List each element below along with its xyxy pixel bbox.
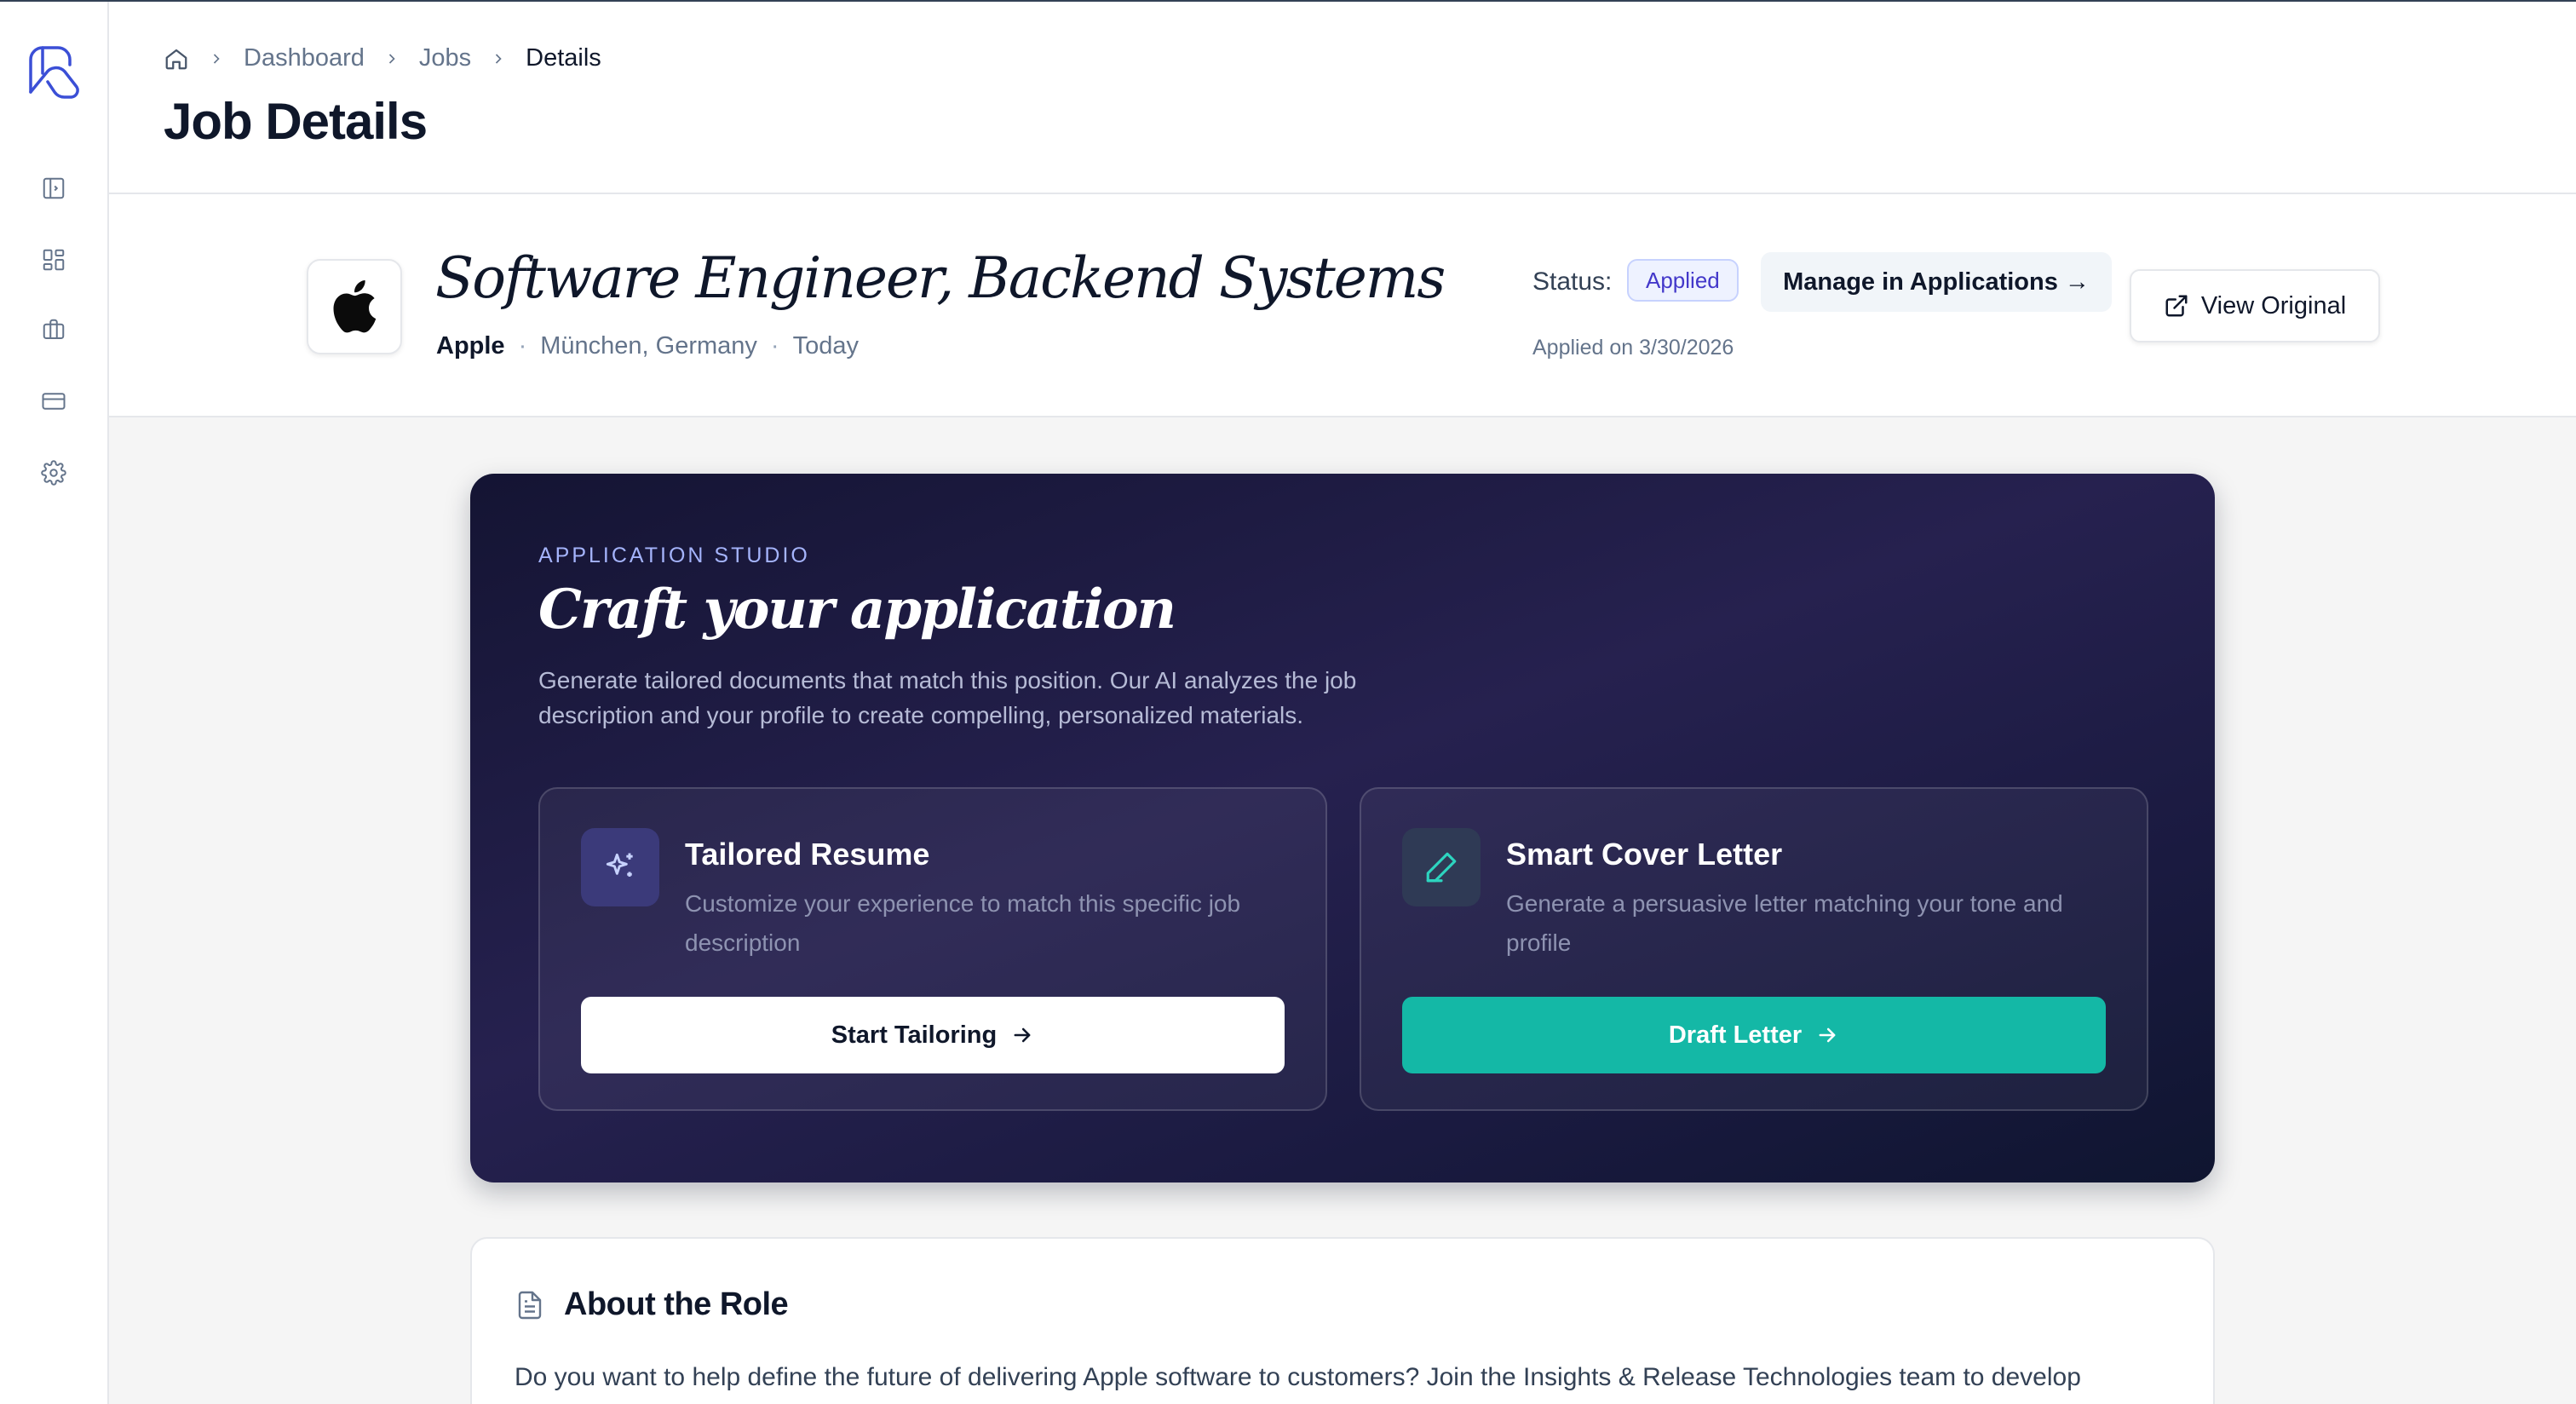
dashboard-grid-icon[interactable] (39, 245, 68, 274)
smart-cover-letter-card: Smart Cover Letter Generate a persuasive… (1360, 787, 2148, 1111)
about-role-card: About the Role Do you want to help defin… (470, 1237, 2215, 1404)
breadcrumb: Dashboard Jobs Details (164, 44, 601, 72)
breadcrumb-current: Details (526, 44, 601, 72)
studio-eyebrow: APPLICATION STUDIO (538, 544, 810, 567)
page-title: Job Details (164, 93, 428, 150)
sidebar (0, 2, 109, 1404)
sparkles-icon (581, 828, 659, 906)
home-icon[interactable] (164, 46, 189, 72)
button-label: Start Tailoring (831, 1021, 998, 1049)
application-studio: APPLICATION STUDIO Craft your applicatio… (470, 474, 2215, 1182)
arrow-right-icon (1010, 1023, 1034, 1047)
card-description: Generate a persuasive letter matching yo… (1506, 890, 2063, 956)
company-logo (307, 259, 402, 354)
separator-dot: · (518, 332, 527, 360)
draft-letter-button[interactable]: Draft Letter (1402, 997, 2106, 1073)
breadcrumb-item-jobs[interactable]: Jobs (419, 44, 471, 72)
app-logo[interactable] (24, 41, 85, 102)
arrow-right-icon (1815, 1023, 1839, 1047)
separator-dot: · (770, 332, 779, 360)
chevron-right-icon (208, 50, 225, 67)
applied-date: Applied on 3/30/2026 (1532, 336, 1734, 360)
status-label: Status: (1532, 268, 1613, 296)
job-location: München, Germany (540, 332, 757, 360)
job-header: Software Engineer, Backend Systems Apple… (109, 194, 2576, 417)
tailored-resume-card: Tailored Resume Customize your experienc… (538, 787, 1327, 1111)
breadcrumb-item-dashboard[interactable]: Dashboard (244, 44, 365, 72)
apple-logo-icon (333, 280, 377, 333)
document-icon (515, 1288, 545, 1322)
external-link-icon (2164, 293, 2189, 319)
button-label: Draft Letter (1668, 1021, 1803, 1049)
company-name[interactable]: Apple (436, 332, 505, 360)
card-title: Tailored Resume (685, 837, 930, 872)
pen-icon (1402, 828, 1481, 906)
briefcase-icon[interactable] (39, 315, 68, 344)
about-text: Do you want to help define the future of… (515, 1363, 2081, 1391)
job-meta: Apple · München, Germany · Today (436, 332, 859, 360)
about-title: About the Role (564, 1286, 789, 1322)
studio-title: Craft your application (538, 578, 1176, 642)
manage-applications-button[interactable]: Manage in Applications → (1761, 252, 2112, 312)
view-original-button[interactable]: View Original (2130, 269, 2380, 342)
credit-card-icon[interactable] (39, 387, 68, 416)
chevron-right-icon (383, 50, 400, 67)
job-posted: Today (792, 332, 859, 360)
job-title: Software Engineer, Backend Systems (435, 245, 1446, 311)
about-header: About the Role (515, 1286, 789, 1323)
card-description: Customize your experience to match this … (685, 890, 1241, 956)
gear-icon[interactable] (39, 458, 68, 487)
card-title: Smart Cover Letter (1506, 837, 1783, 872)
chevron-right-icon (490, 50, 507, 67)
start-tailoring-button[interactable]: Start Tailoring (581, 997, 1285, 1073)
page-header: Dashboard Jobs Details Job Details (109, 2, 2576, 194)
studio-description: Generate tailored documents that match t… (538, 667, 1357, 728)
status-badge: Applied (1627, 259, 1739, 302)
sidebar-toggle-icon[interactable] (39, 174, 68, 203)
view-original-label: View Original (2200, 291, 2347, 319)
